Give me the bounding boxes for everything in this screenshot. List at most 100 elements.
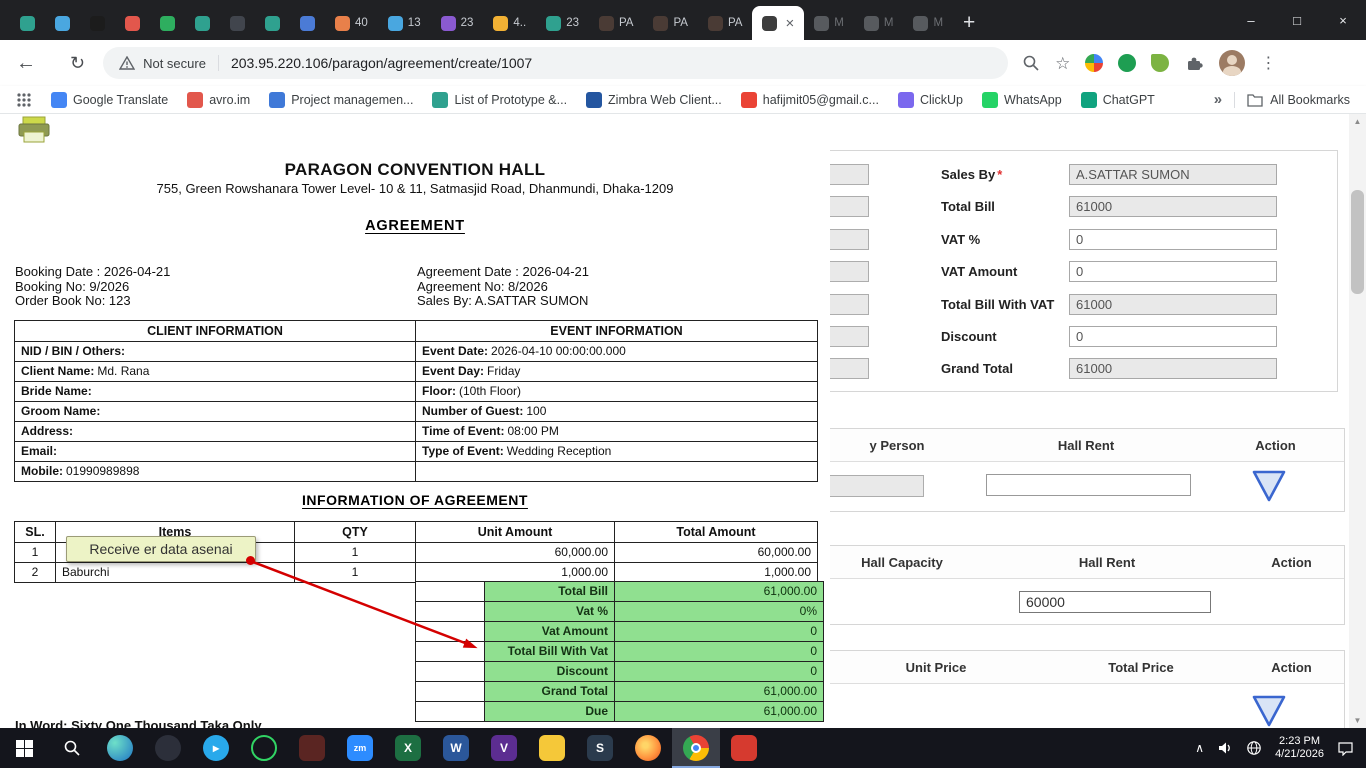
browser-menu-icon[interactable]: ⋮ bbox=[1260, 53, 1276, 73]
taskbar-firefox[interactable] bbox=[624, 728, 672, 768]
bookmark-item[interactable]: Zimbra Web Client... bbox=[586, 92, 722, 108]
apps-grid-icon[interactable] bbox=[16, 92, 32, 108]
taskbar-search-button[interactable] bbox=[48, 728, 96, 768]
hall-rent-value-input[interactable] bbox=[1019, 591, 1211, 613]
start-button[interactable] bbox=[0, 728, 48, 768]
all-bookmarks-button[interactable]: All Bookmarks bbox=[1247, 93, 1350, 107]
filter-action-icon[interactable] bbox=[1251, 694, 1287, 728]
filter-action-icon[interactable] bbox=[1251, 469, 1287, 503]
taskbar-maroon-app[interactable] bbox=[288, 728, 336, 768]
form-input[interactable] bbox=[1069, 261, 1277, 282]
taskbar-zoom[interactable]: zm bbox=[336, 728, 384, 768]
taskbar-red-app[interactable] bbox=[720, 728, 768, 768]
print-icon[interactable] bbox=[16, 116, 52, 144]
bookmark-item[interactable]: hafijmit05@gmail.c... bbox=[741, 92, 879, 108]
address-bar[interactable]: Not secure 203.95.220.106/paragon/agreem… bbox=[103, 47, 1008, 79]
action-center-icon[interactable] bbox=[1337, 740, 1354, 756]
network-icon[interactable] bbox=[1246, 740, 1262, 756]
tab[interactable]: M bbox=[804, 6, 854, 40]
tab[interactable] bbox=[45, 6, 80, 40]
bookmark-star-icon[interactable]: ☆ bbox=[1055, 55, 1070, 72]
tab[interactable] bbox=[150, 6, 185, 40]
extension-green-icon[interactable] bbox=[1118, 54, 1136, 72]
form-input[interactable] bbox=[1069, 358, 1277, 379]
totals-blank-cell bbox=[416, 662, 485, 682]
taskbar-word[interactable]: W bbox=[432, 728, 480, 768]
form-label: VAT % bbox=[941, 232, 982, 247]
taskbar-notes[interactable] bbox=[528, 728, 576, 768]
taskbar-telegram[interactable]: ▸ bbox=[192, 728, 240, 768]
extension-colorful-icon[interactable] bbox=[1085, 54, 1103, 72]
security-label[interactable]: Not secure bbox=[143, 56, 206, 71]
bookmark-item[interactable]: ClickUp bbox=[898, 92, 963, 108]
tab[interactable]: M bbox=[854, 6, 904, 40]
bookmark-label: hafijmit05@gmail.c... bbox=[763, 93, 879, 107]
tab[interactable]: 23 bbox=[536, 6, 589, 40]
form-input[interactable] bbox=[1069, 164, 1277, 185]
bookmark-item[interactable]: ChatGPT bbox=[1081, 92, 1155, 108]
totals-label: Grand Total bbox=[485, 682, 615, 702]
summary-rows: Sales By*Total BillVAT %VAT AmountTotal … bbox=[827, 151, 1337, 391]
extension-leaf-icon[interactable] bbox=[1151, 54, 1169, 72]
system-clock[interactable]: 2:23 PM 4/21/2026 bbox=[1275, 735, 1324, 762]
tab[interactable]: 40 bbox=[325, 6, 378, 40]
scrollbar-thumb[interactable] bbox=[1351, 190, 1364, 294]
tab[interactable]: 23 bbox=[431, 6, 484, 40]
page-scrollbar[interactable]: ▲ ▼ bbox=[1349, 114, 1366, 728]
search-icon[interactable] bbox=[1022, 54, 1040, 72]
bookmark-item[interactable]: Google Translate bbox=[51, 92, 168, 108]
skype-icon: S bbox=[587, 735, 613, 761]
taskbar-dark-app[interactable] bbox=[144, 728, 192, 768]
client-event-row: Bride Name:Floor:(10th Floor) bbox=[15, 382, 818, 402]
bookmarks-overflow-icon[interactable]: » bbox=[1214, 91, 1222, 108]
scroll-up-arrow[interactable]: ▲ bbox=[1349, 114, 1366, 129]
meta-line: Order Book No: 123 bbox=[15, 294, 170, 309]
tab[interactable] bbox=[10, 6, 45, 40]
reload-button[interactable]: ↻ bbox=[70, 54, 85, 72]
close-button[interactable]: × bbox=[1320, 0, 1366, 40]
tab[interactable] bbox=[185, 6, 220, 40]
bookmark-item[interactable]: List of Prototype &... bbox=[432, 92, 567, 108]
tab[interactable]: M bbox=[903, 6, 953, 40]
tab-close-icon[interactable]: × bbox=[785, 15, 794, 32]
form-input[interactable] bbox=[1069, 196, 1277, 217]
form-input[interactable] bbox=[1069, 294, 1277, 315]
maximize-button[interactable]: □ bbox=[1274, 0, 1320, 40]
form-input[interactable] bbox=[1069, 229, 1277, 250]
tab[interactable] bbox=[115, 6, 150, 40]
url-text[interactable]: 203.95.220.106/paragon/agreement/create/… bbox=[231, 55, 532, 71]
taskbar-visual-studio[interactable]: V bbox=[480, 728, 528, 768]
volume-icon[interactable] bbox=[1217, 740, 1233, 756]
new-tab-button[interactable]: + bbox=[963, 12, 975, 33]
tab-favicon bbox=[708, 16, 723, 31]
tab[interactable]: PA bbox=[589, 6, 644, 40]
profile-avatar[interactable] bbox=[1219, 50, 1245, 76]
taskbar-chrome[interactable] bbox=[672, 728, 720, 768]
scroll-down-arrow[interactable]: ▼ bbox=[1349, 713, 1366, 728]
whatsapp-icon bbox=[251, 735, 277, 761]
tray-expand-icon[interactable]: ∧ bbox=[1195, 741, 1204, 755]
tab[interactable] bbox=[220, 6, 255, 40]
tab[interactable] bbox=[255, 6, 290, 40]
minimize-button[interactable]: – bbox=[1228, 0, 1274, 40]
hall-rent-input[interactable] bbox=[986, 474, 1191, 496]
tab-active[interactable]: × bbox=[752, 6, 804, 40]
extensions-puzzle-icon[interactable] bbox=[1184, 53, 1204, 73]
tab[interactable]: 4.. bbox=[483, 6, 536, 40]
taskbar-excel[interactable]: X bbox=[384, 728, 432, 768]
taskbar-skype[interactable]: S bbox=[576, 728, 624, 768]
bookmark-item[interactable]: Project managemen... bbox=[269, 92, 413, 108]
tab[interactable] bbox=[290, 6, 325, 40]
tab[interactable]: PA bbox=[698, 6, 753, 40]
tab[interactable] bbox=[80, 6, 115, 40]
tab[interactable]: PA bbox=[643, 6, 698, 40]
bookmark-item[interactable]: avro.im bbox=[187, 92, 250, 108]
form-input[interactable] bbox=[1069, 326, 1277, 347]
back-button[interactable]: ← bbox=[16, 53, 36, 73]
taskbar-whatsapp[interactable] bbox=[240, 728, 288, 768]
taskbar-edge[interactable] bbox=[96, 728, 144, 768]
tab-favicon bbox=[55, 16, 70, 31]
bookmark-item[interactable]: WhatsApp bbox=[982, 92, 1062, 108]
tab[interactable]: 13 bbox=[378, 6, 431, 40]
tab-favicon bbox=[125, 16, 140, 31]
